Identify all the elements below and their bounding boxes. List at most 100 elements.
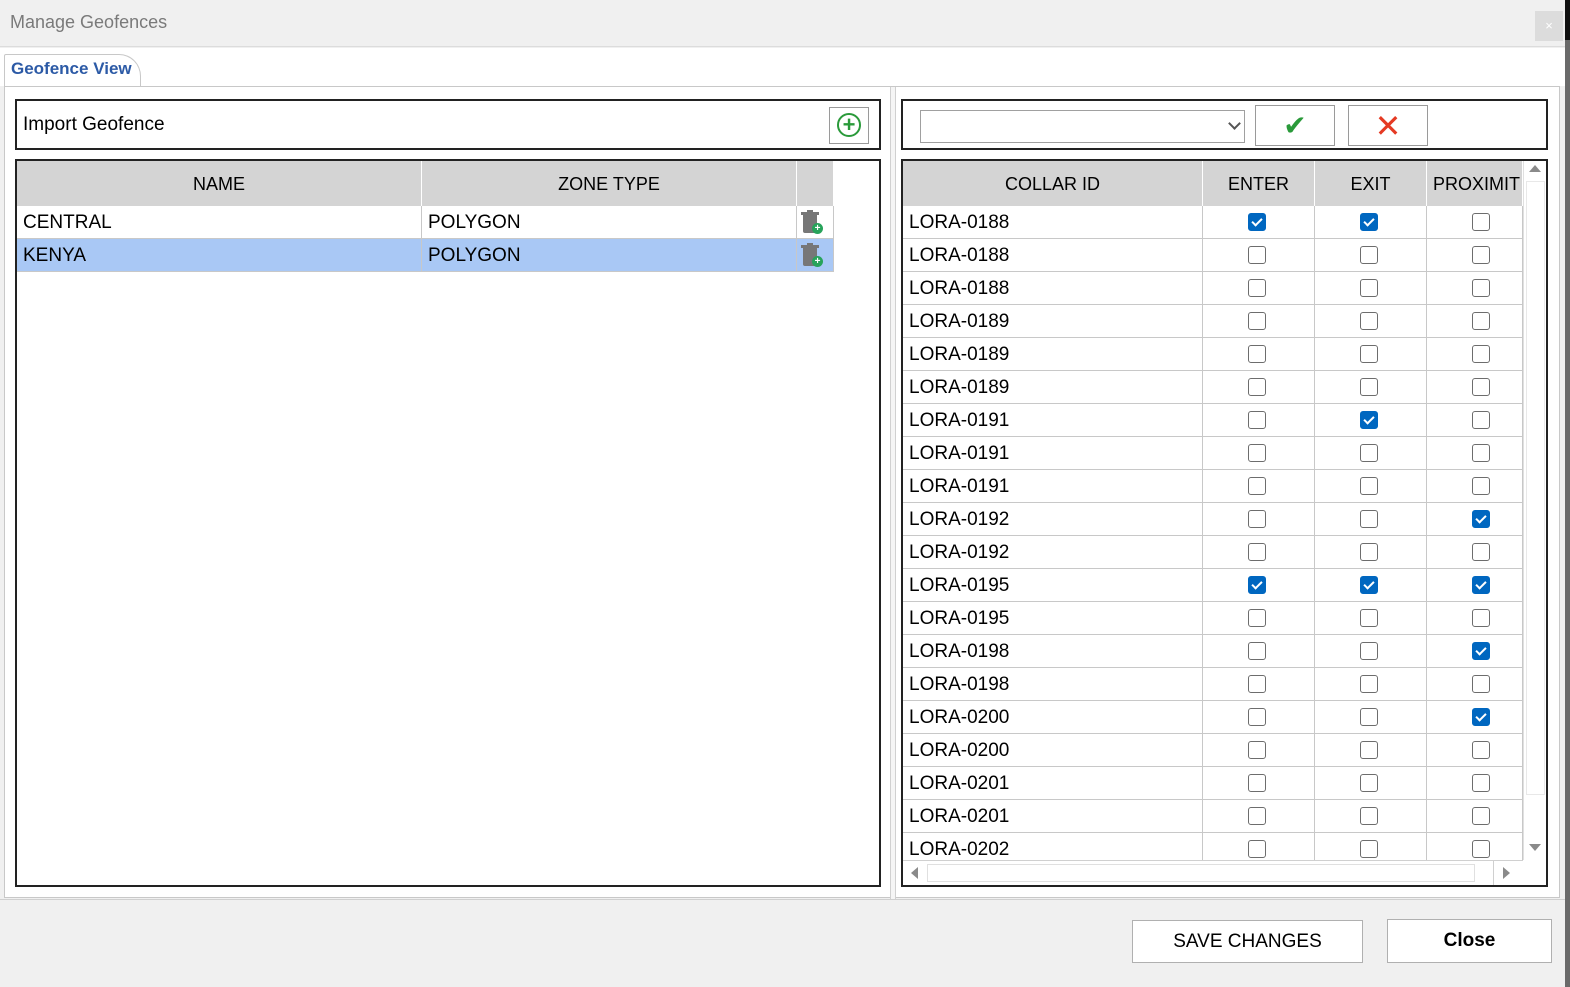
checkbox-exit[interactable] bbox=[1360, 675, 1378, 693]
scroll-up-icon[interactable] bbox=[1529, 165, 1541, 172]
cancel-button[interactable]: ✕ bbox=[1348, 105, 1428, 146]
checkbox-exit[interactable] bbox=[1360, 510, 1378, 528]
table-row[interactable]: LORA-0202 bbox=[903, 833, 1523, 860]
table-row[interactable]: LORA-0191 bbox=[903, 470, 1523, 503]
checkbox-exit[interactable] bbox=[1360, 444, 1378, 462]
table-row[interactable]: LORA-0188 bbox=[903, 272, 1523, 305]
checkbox-enter[interactable] bbox=[1248, 378, 1266, 396]
column-header-collar-id[interactable]: COLLAR ID bbox=[903, 161, 1203, 206]
checkbox-exit[interactable] bbox=[1360, 312, 1378, 330]
table-row[interactable]: LORA-0188 bbox=[903, 239, 1523, 272]
checkbox-proximity[interactable] bbox=[1472, 774, 1490, 792]
checkbox-exit[interactable] bbox=[1360, 609, 1378, 627]
checkbox-exit[interactable] bbox=[1360, 345, 1378, 363]
table-row[interactable]: LORA-0192 bbox=[903, 503, 1523, 536]
table-row[interactable]: LORA-0200 bbox=[903, 701, 1523, 734]
horizontal-scrollbar[interactable] bbox=[903, 860, 1523, 885]
table-row[interactable]: LORA-0198 bbox=[903, 635, 1523, 668]
panel-splitter[interactable] bbox=[890, 87, 896, 899]
checkbox-enter[interactable] bbox=[1248, 609, 1266, 627]
checkbox-proximity[interactable] bbox=[1472, 510, 1490, 528]
checkbox-exit[interactable] bbox=[1360, 279, 1378, 297]
table-row[interactable]: LORA-0189 bbox=[903, 338, 1523, 371]
checkbox-proximity[interactable] bbox=[1472, 609, 1490, 627]
checkbox-enter[interactable] bbox=[1248, 312, 1266, 330]
checkbox-proximity[interactable] bbox=[1472, 840, 1490, 858]
table-row[interactable]: KENYA POLYGON + bbox=[17, 239, 834, 272]
table-row[interactable]: LORA-0188 bbox=[903, 206, 1523, 239]
add-geofence-button[interactable]: + bbox=[829, 107, 869, 144]
checkbox-proximity[interactable] bbox=[1472, 246, 1490, 264]
checkbox-proximity[interactable] bbox=[1472, 411, 1490, 429]
tab-geofence-view[interactable]: Geofence View bbox=[4, 54, 141, 86]
checkbox-enter[interactable] bbox=[1248, 642, 1266, 660]
table-row[interactable]: LORA-0198 bbox=[903, 668, 1523, 701]
collar-filter-dropdown[interactable] bbox=[920, 110, 1245, 143]
scroll-down-icon[interactable] bbox=[1529, 844, 1541, 851]
checkbox-exit[interactable] bbox=[1360, 708, 1378, 726]
table-row[interactable]: LORA-0192 bbox=[903, 536, 1523, 569]
checkbox-enter[interactable] bbox=[1248, 411, 1266, 429]
checkbox-enter[interactable] bbox=[1248, 213, 1266, 231]
checkbox-enter[interactable] bbox=[1248, 543, 1266, 561]
scroll-thumb[interactable] bbox=[1526, 181, 1545, 795]
checkbox-exit[interactable] bbox=[1360, 642, 1378, 660]
checkbox-exit[interactable] bbox=[1360, 477, 1378, 495]
column-header-enter[interactable]: ENTER bbox=[1203, 161, 1315, 206]
table-row[interactable]: LORA-0201 bbox=[903, 800, 1523, 833]
vertical-scrollbar[interactable] bbox=[1523, 161, 1546, 860]
checkbox-enter[interactable] bbox=[1248, 840, 1266, 858]
checkbox-proximity[interactable] bbox=[1472, 576, 1490, 594]
checkbox-proximity[interactable] bbox=[1472, 345, 1490, 363]
checkbox-proximity[interactable] bbox=[1472, 378, 1490, 396]
table-row[interactable]: LORA-0191 bbox=[903, 404, 1523, 437]
table-row[interactable]: LORA-0195 bbox=[903, 602, 1523, 635]
checkbox-proximity[interactable] bbox=[1472, 642, 1490, 660]
checkbox-enter[interactable] bbox=[1248, 246, 1266, 264]
checkbox-enter[interactable] bbox=[1248, 444, 1266, 462]
table-row[interactable]: LORA-0189 bbox=[903, 371, 1523, 404]
scroll-right-icon[interactable] bbox=[1503, 867, 1510, 879]
checkbox-proximity[interactable] bbox=[1472, 213, 1490, 231]
table-row[interactable]: LORA-0195 bbox=[903, 569, 1523, 602]
close-button[interactable]: Close bbox=[1387, 919, 1552, 963]
checkbox-proximity[interactable] bbox=[1472, 477, 1490, 495]
checkbox-enter[interactable] bbox=[1248, 510, 1266, 528]
delete-geofence-icon[interactable]: + bbox=[801, 243, 823, 267]
checkbox-enter[interactable] bbox=[1248, 741, 1266, 759]
checkbox-proximity[interactable] bbox=[1472, 543, 1490, 561]
checkbox-exit[interactable] bbox=[1360, 543, 1378, 561]
table-row[interactable]: LORA-0201 bbox=[903, 767, 1523, 800]
checkbox-enter[interactable] bbox=[1248, 774, 1266, 792]
checkbox-exit[interactable] bbox=[1360, 807, 1378, 825]
checkbox-exit[interactable] bbox=[1360, 840, 1378, 858]
table-row[interactable]: LORA-0189 bbox=[903, 305, 1523, 338]
delete-geofence-icon[interactable]: + bbox=[801, 210, 823, 234]
checkbox-exit[interactable] bbox=[1360, 741, 1378, 759]
checkbox-enter[interactable] bbox=[1248, 576, 1266, 594]
checkbox-proximity[interactable] bbox=[1472, 675, 1490, 693]
save-changes-button[interactable]: SAVE CHANGES bbox=[1132, 920, 1363, 963]
checkbox-exit[interactable] bbox=[1360, 246, 1378, 264]
checkbox-proximity[interactable] bbox=[1472, 741, 1490, 759]
table-row[interactable]: LORA-0200 bbox=[903, 734, 1523, 767]
checkbox-proximity[interactable] bbox=[1472, 807, 1490, 825]
column-header-exit[interactable]: EXIT bbox=[1315, 161, 1427, 206]
window-close-button[interactable]: × bbox=[1535, 11, 1563, 41]
checkbox-proximity[interactable] bbox=[1472, 708, 1490, 726]
checkbox-enter[interactable] bbox=[1248, 477, 1266, 495]
checkbox-exit[interactable] bbox=[1360, 774, 1378, 792]
checkbox-enter[interactable] bbox=[1248, 279, 1266, 297]
checkbox-proximity[interactable] bbox=[1472, 444, 1490, 462]
confirm-button[interactable]: ✔ bbox=[1255, 105, 1335, 146]
table-row[interactable]: CENTRAL POLYGON + bbox=[17, 206, 834, 239]
checkbox-exit[interactable] bbox=[1360, 213, 1378, 231]
column-header-proximity[interactable]: PROXIMIT bbox=[1427, 161, 1523, 206]
checkbox-exit[interactable] bbox=[1360, 378, 1378, 396]
column-header-zone-type[interactable]: ZONE TYPE bbox=[422, 161, 797, 206]
checkbox-enter[interactable] bbox=[1248, 675, 1266, 693]
checkbox-enter[interactable] bbox=[1248, 807, 1266, 825]
checkbox-enter[interactable] bbox=[1248, 708, 1266, 726]
checkbox-exit[interactable] bbox=[1360, 411, 1378, 429]
checkbox-exit[interactable] bbox=[1360, 576, 1378, 594]
